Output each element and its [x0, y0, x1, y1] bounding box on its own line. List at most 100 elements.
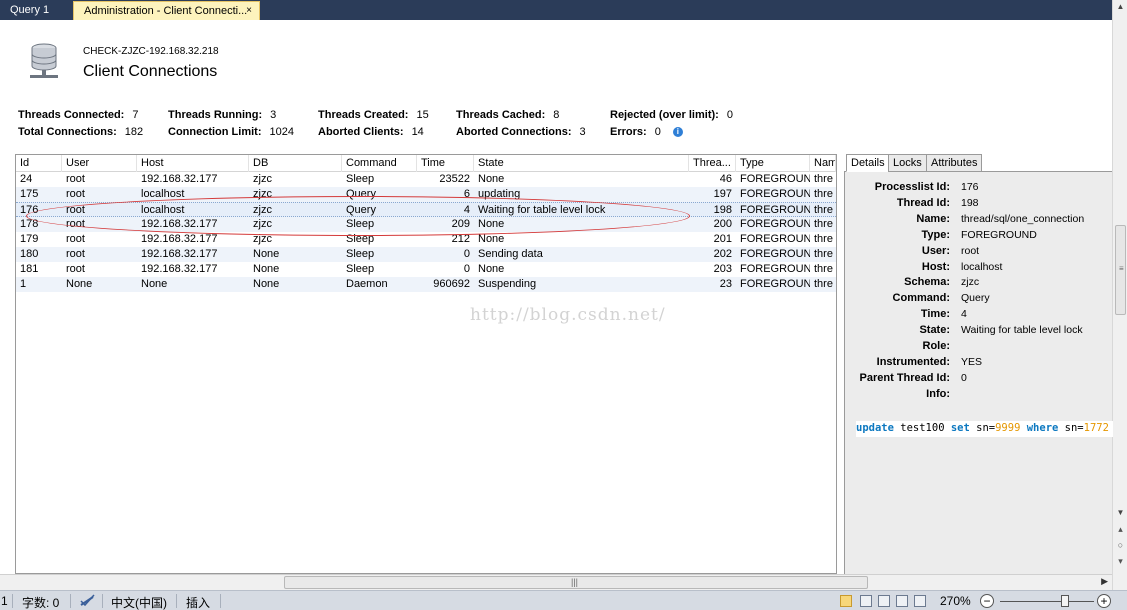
cell-db: None [253, 263, 280, 275]
cell-user: root [66, 233, 85, 245]
cell-thread: 23 [719, 278, 732, 290]
stat-threads-running: Threads Running: 3 [168, 109, 276, 121]
draft-view-icon[interactable] [914, 595, 926, 607]
word-count[interactable]: 字数: 0 [22, 594, 59, 610]
stat-value: 0 [654, 126, 661, 138]
cell-db: zjzc [253, 188, 272, 200]
stat-label: Connection Limit: [168, 126, 262, 138]
detail-label: State: [919, 324, 950, 337]
language-indicator[interactable]: 中文(中国) [111, 594, 167, 610]
column-header-command[interactable]: Command [342, 155, 417, 172]
web-layout-icon[interactable] [878, 595, 890, 607]
stat-label: Threads Running: [168, 109, 263, 121]
stat-threads-created: Threads Created: 15 [318, 109, 429, 121]
scrollbar-thumb[interactable]: ≡ [1115, 225, 1126, 315]
cell-name: thre [814, 263, 833, 275]
tab-details[interactable]: Details [846, 154, 890, 172]
main-vertical-scrollbar[interactable]: ▲ ≡ ▼ ▴ ○ ▾ [1112, 0, 1127, 590]
grip-icon: ||| [571, 577, 579, 587]
column-header-state[interactable]: State [474, 155, 689, 172]
column-header-thread[interactable]: Threa... [689, 155, 736, 172]
table-row[interactable]: 180 root 192.168.32.177 None Sleep 0 Sending d… [16, 247, 836, 262]
next-object-icon[interactable]: ▾ [1113, 556, 1127, 567]
table-row[interactable]: 175 root localhost zjzc Query 6 updating 197 FOR… [16, 187, 836, 202]
outline-view-icon[interactable] [896, 595, 908, 607]
scroll-right-icon[interactable]: ▶ [1101, 576, 1108, 587]
scroll-down-icon[interactable]: ▼ [1113, 508, 1127, 517]
column-header-db[interactable]: DB [249, 155, 342, 172]
column-header-user[interactable]: User [62, 155, 137, 172]
column-header-name[interactable]: Name [810, 155, 836, 172]
print-layout-view-icon[interactable] [840, 595, 852, 607]
table-row[interactable]: 179 root 192.168.32.177 zjzc Sleep 212 None 201… [16, 232, 836, 247]
stat-value: 1024 [269, 126, 294, 138]
cell-host: None [141, 278, 168, 290]
horizontal-scrollbar[interactable]: ||| ▶ [0, 574, 1112, 590]
cell-state: Suspending [478, 278, 537, 290]
tab-attributes[interactable]: Attributes [926, 154, 983, 172]
scrollbar-thumb[interactable]: ||| [284, 576, 868, 589]
cell-id: 176 [20, 204, 39, 216]
stat-total-connections: Total Connections: 182 [18, 126, 143, 138]
table-row[interactable]: 24 root 192.168.32.177 zjzc Sleep 23522 None 46… [16, 172, 836, 187]
cell-user: None [66, 278, 93, 290]
cell-command: Sleep [346, 263, 375, 275]
detail-value: Waiting for table level lock [961, 324, 1083, 337]
info-icon[interactable]: i [672, 127, 683, 137]
table-row[interactable]: 1 None None None Daemon 960692 Suspending 23 FOR… [16, 277, 836, 292]
column-header-type[interactable]: Type [736, 155, 810, 172]
previous-object-icon[interactable]: ▴ [1113, 524, 1127, 535]
grid-header: Id User Host DB Command Time State Threa... Type… [16, 155, 836, 172]
detail-label: Name: [916, 212, 950, 225]
cell-id: 179 [20, 233, 39, 245]
full-screen-reading-icon[interactable] [860, 595, 872, 607]
tab-administration[interactable]: Administration - Client Connecti... × [73, 1, 260, 20]
table-row[interactable]: 178 root 192.168.32.177 zjzc Sleep 209 None 200… [16, 217, 836, 232]
close-icon[interactable]: × [246, 5, 252, 16]
zoom-slider-track[interactable] [1000, 601, 1094, 602]
zoom-out-icon[interactable]: − [980, 594, 994, 608]
sql-keyword: update [856, 422, 894, 434]
cell-state: Waiting for table level lock [478, 204, 606, 216]
stat-value: 15 [416, 109, 429, 121]
connections-grid[interactable]: Id User Host DB Command Time State Threa... Type… [15, 154, 837, 574]
cell-id: 181 [20, 263, 39, 275]
cell-db: zjzc [253, 173, 272, 185]
column-header-time[interactable]: Time [417, 155, 474, 172]
detail-value: YES [961, 355, 983, 368]
scroll-up-icon[interactable]: ▲ [1113, 2, 1127, 11]
divider [70, 594, 71, 608]
cell-state: None [478, 173, 505, 185]
server-name: CHECK-ZJZC-192.168.32.218 [83, 46, 219, 57]
sql-column: sn= [969, 422, 996, 434]
cell-db: zjzc [253, 218, 272, 230]
database-server-icon [30, 43, 58, 78]
cell-host: 192.168.32.177 [141, 218, 218, 230]
detail-label: User: [921, 244, 950, 257]
stat-value: 8 [553, 109, 560, 121]
cell-name: thre [814, 188, 833, 200]
cell-id: 178 [20, 218, 39, 230]
table-row[interactable]: 176 root localhost zjzc Query 4 Waiting for ta… [16, 202, 836, 217]
insert-mode[interactable]: 插入 [186, 594, 210, 610]
cell-name: thre [814, 248, 833, 260]
cell-host: localhost [141, 188, 185, 200]
cell-name: thre [814, 233, 833, 245]
zoom-in-icon[interactable]: + [1097, 594, 1111, 608]
zoom-slider-thumb[interactable] [1061, 595, 1069, 607]
cell-time: 960692 [433, 278, 470, 290]
tab-locks[interactable]: Locks [888, 154, 927, 172]
proofing-check-icon[interactable] [79, 594, 97, 608]
cell-name: thre [814, 173, 833, 185]
divider [102, 594, 103, 608]
cell-db: None [253, 248, 280, 260]
cell-command: Sleep [346, 173, 375, 185]
select-browse-object-icon[interactable]: ○ [1113, 540, 1127, 550]
tab-query-1[interactable]: Query 1 [0, 1, 62, 20]
detail-label: Type: [921, 228, 950, 241]
zoom-level[interactable]: 270% [940, 594, 971, 608]
column-header-id[interactable]: Id [16, 155, 62, 172]
table-row[interactable]: 181 root 192.168.32.177 None Sleep 0 None 203 FO… [16, 262, 836, 277]
column-header-host[interactable]: Host [137, 155, 249, 172]
cell-command: Sleep [346, 218, 375, 230]
